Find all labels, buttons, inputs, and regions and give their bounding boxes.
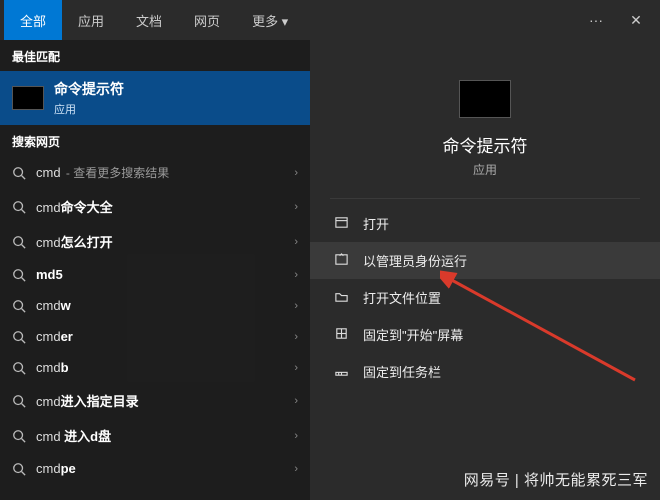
preview-title: 命令提示符 — [443, 132, 528, 157]
web-result-text: cmdpe — [36, 461, 76, 476]
action-label: 固定到"开始"屏幕 — [363, 325, 463, 344]
run-admin-icon — [334, 252, 349, 270]
action-open[interactable]: 打开 — [310, 205, 660, 242]
web-result-text: cmd 进入d盘 — [36, 426, 111, 445]
web-result-item[interactable]: cmd - 查看更多搜索结果 › — [0, 156, 310, 189]
chevron-right-icon: › — [294, 167, 298, 179]
action-label: 以管理员身份运行 — [363, 251, 467, 270]
search-icon — [12, 462, 26, 476]
web-result-text: cmd怎么打开 — [36, 232, 113, 251]
action-run-admin[interactable]: 以管理员身份运行 — [310, 242, 660, 279]
best-match-header: 最佳匹配 — [0, 40, 310, 71]
chevron-right-icon: › — [294, 362, 298, 374]
more-options-icon[interactable]: ··· — [576, 0, 616, 40]
pin-start-icon — [334, 326, 349, 344]
action-label: 固定到任务栏 — [363, 362, 441, 381]
best-match-subtitle: 应用 — [54, 101, 124, 117]
search-icon — [12, 166, 26, 180]
open-location-icon — [334, 289, 349, 307]
search-icon — [12, 394, 26, 408]
search-window: 全部应用文档网页更多 ▾ ··· ✕ 最佳匹配 命令提示符 应用 搜索网页 cm… — [0, 0, 660, 500]
results-panel: 最佳匹配 命令提示符 应用 搜索网页 cmd - 查看更多搜索结果›cmd命令大… — [0, 40, 310, 500]
web-result-item[interactable]: cmd命令大全 › — [0, 189, 310, 224]
web-result-item[interactable]: cmd 进入d盘 › — [0, 418, 310, 453]
search-icon — [12, 235, 26, 249]
search-icon — [12, 361, 26, 375]
web-result-item[interactable]: cmder › — [0, 321, 310, 352]
web-results-list: cmd - 查看更多搜索结果 › cmd命令大全 › cmd怎么打开 › md5 › cmdw ›… — [0, 156, 310, 484]
action-label: 打开 — [363, 214, 389, 233]
tab-1[interactable]: 应用 — [62, 0, 120, 40]
web-result-item[interactable]: cmd怎么打开 › — [0, 224, 310, 259]
open-icon — [334, 215, 349, 233]
action-pin-taskbar[interactable]: 固定到任务栏 — [310, 353, 660, 390]
chevron-right-icon: › — [294, 331, 298, 343]
web-result-item[interactable]: cmdpe › — [0, 453, 310, 484]
search-icon — [12, 429, 26, 443]
chevron-right-icon: › — [294, 300, 298, 312]
web-results-header: 搜索网页 — [0, 125, 310, 156]
web-result-item[interactable]: cmdw › — [0, 290, 310, 321]
web-result-hint: - 查看更多搜索结果 — [63, 166, 170, 180]
chevron-right-icon: › — [294, 269, 298, 281]
web-result-text: cmdw — [36, 298, 71, 313]
search-icon — [12, 330, 26, 344]
chevron-right-icon: › — [294, 395, 298, 407]
web-result-item[interactable]: cmd进入指定目录 › — [0, 383, 310, 418]
tab-2[interactable]: 文档 — [120, 0, 178, 40]
web-result-item[interactable]: md5 › — [0, 259, 310, 290]
close-icon[interactable]: ✕ — [616, 0, 656, 40]
app-preview-icon — [459, 80, 511, 118]
pin-taskbar-icon — [334, 363, 349, 381]
web-result-text: cmder — [36, 329, 73, 344]
action-open-location[interactable]: 打开文件位置 — [310, 279, 660, 316]
cmd-thumbnail-icon — [12, 86, 44, 110]
chevron-right-icon: › — [294, 463, 298, 475]
web-result-text: cmd命令大全 — [36, 197, 113, 216]
preview-subtitle: 应用 — [473, 161, 497, 178]
web-result-text: md5 — [36, 267, 63, 282]
tab-4[interactable]: 更多 ▾ — [236, 0, 304, 40]
best-match-item[interactable]: 命令提示符 应用 — [0, 71, 310, 125]
web-result-text: cmd进入指定目录 — [36, 391, 139, 410]
search-icon — [12, 268, 26, 282]
watermark-text: 网易号 | 将帅无能累死三军 — [464, 469, 648, 490]
web-result-text: cmd - 查看更多搜索结果 — [36, 164, 169, 181]
tab-3[interactable]: 网页 — [178, 0, 236, 40]
tab-0[interactable]: 全部 — [4, 0, 62, 40]
preview-panel: 命令提示符 应用 打开以管理员身份运行打开文件位置固定到"开始"屏幕固定到任务栏… — [310, 40, 660, 500]
web-result-item[interactable]: cmdb › — [0, 352, 310, 383]
chevron-right-icon: › — [294, 201, 298, 213]
web-result-text: cmdb — [36, 360, 69, 375]
chevron-right-icon: › — [294, 236, 298, 248]
search-icon — [12, 200, 26, 214]
action-label: 打开文件位置 — [363, 288, 441, 307]
best-match-title: 命令提示符 — [54, 79, 124, 99]
chevron-right-icon: › — [294, 430, 298, 442]
search-icon — [12, 299, 26, 313]
filter-tabs: 全部应用文档网页更多 ▾ ··· ✕ — [0, 0, 660, 40]
actions-list: 打开以管理员身份运行打开文件位置固定到"开始"屏幕固定到任务栏 — [310, 199, 660, 396]
action-pin-start[interactable]: 固定到"开始"屏幕 — [310, 316, 660, 353]
